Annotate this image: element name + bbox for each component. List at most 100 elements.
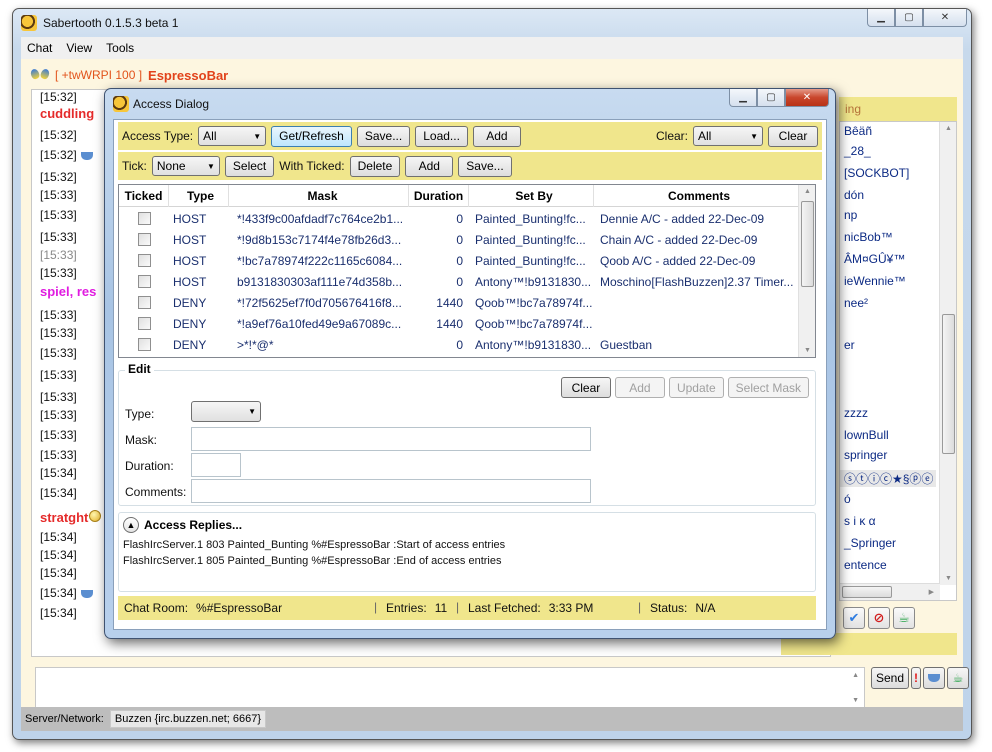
ticked-checkbox[interactable] [137,254,151,267]
scroll-up-icon[interactable]: ▲ [852,672,859,679]
access-entry-row[interactable]: HOST *!9d8b153c7174f4e78fb26d3... 0 Painted… [119,229,799,250]
access-entries-grid[interactable]: Ticked Type Mask Duration Set By Comment… [118,184,816,358]
clear-button[interactable]: Clear [768,125,818,147]
userlist-vertical-scrollbar[interactable]: ▲ ▼ [939,122,956,585]
access-entry-row[interactable]: DENY *!a9ef76a10fed49e9a67089c... 1440 Qoob… [119,313,799,334]
maximize-button[interactable]: ▢ [895,9,923,27]
column-header-ticked[interactable]: Ticked [119,185,169,207]
alert-button[interactable]: ! [911,667,922,689]
user-list-item[interactable]: ó [844,492,851,506]
delete-ticked-button[interactable]: Delete [349,155,401,177]
collapse-chevron-up-icon[interactable]: ▲ [123,517,139,533]
mask-input[interactable] [191,427,591,451]
user-list-item[interactable]: ⓢⓣⓘⓒ★§ⓟⓔ [840,470,936,487]
access-entry-row[interactable]: DENY *!72f5625ef7f0d705676416f8... 1440 Qoo… [119,292,799,313]
scroll-thumb[interactable] [801,201,814,287]
select-mask-button[interactable]: Select Mask [727,377,809,398]
access-entry-row[interactable] [119,355,169,357]
scroll-right-icon[interactable]: ▶ [929,588,934,596]
access-entry-row[interactable]: HOST b9131830303af111e74d358b... 0 Antony™!… [119,271,799,292]
tea-button[interactable]: ☕ [893,607,915,629]
dialog-minimize-button[interactable]: ▁ [729,89,757,107]
user-list-item[interactable]: zzzz [844,406,868,420]
minimize-button[interactable]: ▁ [867,9,895,27]
user-list-item[interactable]: ieWennie™ [844,274,906,288]
user-list-item[interactable]: _Springer [844,536,896,550]
user-list-item[interactable]: s i κ α [844,514,876,528]
user-list[interactable]: entence _Springer s i κ α ó ⓢⓣⓘⓒ★§ⓟⓔ springer… [839,121,957,601]
user-list-item[interactable]: entence [844,558,887,572]
scroll-thumb[interactable] [942,314,955,454]
scroll-thumb[interactable] [842,586,892,598]
main-titlebar[interactable]: Sabertooth 0.1.5.3 beta 1 ▁ ▢ ✕ [13,9,971,37]
dialog-status: Status: N/A [650,601,715,615]
access-replies-header[interactable]: ▲ Access Replies... [123,517,242,533]
add-ticked-button[interactable]: Add [405,155,454,177]
dialog-maximize-button[interactable]: ▢ [757,89,785,107]
access-entry-row[interactable]: DENY >*!*@* 0 Antony™!b9131830... Guestban [119,334,799,355]
dialog-titlebar[interactable]: Access Dialog ▁ ▢ ✕ [105,89,835,117]
edit-update-button[interactable]: Update [668,377,724,398]
get-refresh-button[interactable]: Get/Refresh [271,125,352,147]
load-button[interactable]: Load... [415,125,468,147]
user-list-item[interactable]: [SOCKBOT] [844,166,909,180]
ticked-checkbox[interactable] [137,233,151,246]
comments-cell: Guestban [600,337,653,352]
dialog-close-button[interactable]: ✕ [785,89,829,107]
type-label: Type: [125,407,155,421]
coffee-button[interactable] [923,667,946,689]
access-type-select[interactable]: All ▼ [198,126,267,146]
scroll-down-icon[interactable]: ▼ [852,697,859,704]
comments-cell: Moschino[FlashBuzzen]2.37 Timer... [600,274,794,289]
access-entry-row[interactable]: HOST *!bc7a78974f222c1165c6084... 0 Painted… [119,250,799,271]
menu-chat[interactable]: Chat [27,41,52,55]
column-header-set-by[interactable]: Set By [469,185,594,207]
scroll-up-icon[interactable]: ▲ [945,125,952,132]
ban-button[interactable]: ⊘ [868,607,890,629]
tick-label: Tick: [122,159,147,173]
grid-vertical-scrollbar[interactable]: ▲ ▼ [798,185,815,357]
duration-input[interactable] [191,453,241,477]
close-button[interactable]: ✕ [923,9,967,27]
user-list-item[interactable]: _28_ [844,144,871,158]
edit-clear-button[interactable]: Clear [560,377,611,398]
user-list-item[interactable]: nicBob™ [844,230,893,244]
clear-type-select[interactable]: All ▼ [693,126,763,146]
chat-input[interactable]: ▲ ▼ [35,667,865,709]
user-list-item[interactable]: Bêäñ [844,124,872,138]
edit-add-button[interactable]: Add [614,377,665,398]
tick-select[interactable]: None ▼ [151,156,220,176]
ticked-checkbox[interactable] [137,275,151,288]
column-header-comments[interactable]: Comments [594,185,799,207]
comments-input[interactable] [191,479,591,503]
ticked-checkbox[interactable] [137,296,151,309]
scroll-up-icon[interactable]: ▲ [804,188,811,195]
user-list-item[interactable]: np [844,208,857,222]
save-ticked-button[interactable]: Save... [458,155,512,177]
approve-button[interactable]: ✔ [843,607,865,629]
ticked-checkbox[interactable] [137,338,151,351]
add-button[interactable]: Add [472,125,521,147]
access-entry-row[interactable]: HOST *!433f9c00afdadf7c764ce2b1... 0 Painte… [119,208,799,229]
scroll-down-icon[interactable]: ▼ [945,575,952,582]
column-header-type[interactable]: Type [169,185,229,207]
user-list-item[interactable]: dón [844,188,864,202]
ticked-checkbox[interactable] [137,212,151,225]
column-header-duration[interactable]: Duration [409,185,469,207]
edit-type-select[interactable]: ▼ [191,401,261,422]
user-list-item[interactable]: lownBull [844,428,889,442]
user-list-item[interactable]: ÂM¤GÛ¥™ [844,252,905,266]
column-header-mask[interactable]: Mask [229,185,409,207]
userlist-horizontal-scrollbar[interactable]: ▶ [840,583,940,600]
user-list-item[interactable]: nee² [844,296,868,310]
tea-send-button[interactable]: ☕ [947,667,970,689]
menu-tools[interactable]: Tools [106,41,134,55]
select-button[interactable]: Select [224,155,275,177]
menu-view[interactable]: View [66,41,92,55]
user-list-item[interactable]: springer [844,448,887,462]
send-button[interactable]: Send [871,667,910,689]
save-button[interactable]: Save... [356,125,411,147]
ticked-checkbox[interactable] [137,317,151,330]
user-list-item[interactable]: er [844,338,855,352]
scroll-down-icon[interactable]: ▼ [804,347,811,354]
